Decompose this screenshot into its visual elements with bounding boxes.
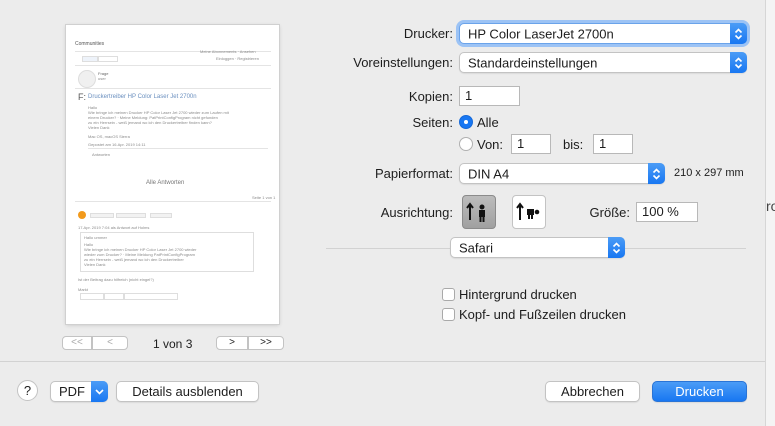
preview-post-title: Druckertreiber HP Color Laser Jet 2700n <box>88 94 197 100</box>
orientation-landscape-button[interactable] <box>512 195 546 229</box>
last-page-button[interactable]: >> <box>248 336 284 350</box>
presets-select[interactable]: Standardeinstellungen <box>459 52 747 73</box>
scale-label: Größe: <box>589 205 630 220</box>
copies-label: Kopien: <box>408 89 453 104</box>
pages-from-label: Von: <box>477 137 504 152</box>
preview-all-answers: Alle Antworten <box>146 180 185 186</box>
updown-chevron-icon <box>730 52 747 73</box>
first-page-button[interactable]: << <box>62 336 92 350</box>
pages-all-radio[interactable] <box>459 115 473 129</box>
next-page-button[interactable]: > <box>216 336 248 350</box>
app-section-select[interactable]: Safari <box>450 237 625 258</box>
hide-details-button[interactable]: Details ausblenden <box>116 381 259 402</box>
printer-select[interactable]: HP Color LaserJet 2700n <box>459 23 747 44</box>
pages-all-label: Alle <box>477 115 499 130</box>
page-indicator: 1 von 3 <box>153 337 193 351</box>
paper-size-select[interactable]: DIN A4 <box>459 163 665 184</box>
printer-label: Drucker: <box>403 26 453 41</box>
pages-label: Seiten: <box>412 115 453 130</box>
updown-chevron-icon <box>648 163 665 184</box>
print-button[interactable]: Drucken <box>652 381 747 402</box>
preview-site-name: Communities <box>75 41 105 47</box>
presets-value: Standardeinstellungen <box>468 55 598 70</box>
app-section-value: Safari <box>459 240 493 255</box>
background-window-text: ro <box>766 198 775 214</box>
pdf-menu-button[interactable]: PDF <box>50 381 108 402</box>
updown-chevron-icon <box>730 23 747 44</box>
headers-footers-label: Kopf- und Fußzeilen drucken <box>459 307 626 322</box>
pages-range-radio[interactable] <box>459 137 473 151</box>
help-button[interactable]: ? <box>17 380 38 401</box>
orientation-label: Ausrichtung: <box>380 205 453 220</box>
paper-label: Papierformat: <box>374 166 453 181</box>
orientation-portrait-button[interactable] <box>462 195 496 229</box>
headers-footers-checkbox[interactable] <box>442 308 455 321</box>
scale-field[interactable]: 100 % <box>636 202 698 222</box>
pages-to-field[interactable]: 1 <box>593 134 633 154</box>
updown-chevron-icon <box>608 237 625 258</box>
pages-to-label: bis: <box>563 137 584 152</box>
copies-field[interactable]: 1 <box>459 86 520 106</box>
previous-page-button[interactable]: < <box>92 336 128 350</box>
pdf-label: PDF <box>59 384 85 399</box>
page-preview: Communities Meine Abonnements · Ansehen … <box>66 25 279 324</box>
pages-from-field[interactable]: 1 <box>511 134 551 154</box>
print-backgrounds-label: Hintergrund drucken <box>459 287 577 302</box>
printer-value: HP Color LaserJet 2700n <box>468 26 614 41</box>
paper-dimensions: 210 x 297 mm <box>674 167 744 179</box>
paper-size-value: DIN A4 <box>468 166 510 181</box>
presets-label: Voreinstellungen: <box>353 55 453 70</box>
chevron-down-icon <box>91 381 108 402</box>
landscape-orientation-icon <box>516 202 540 220</box>
portrait-orientation-icon <box>466 202 485 222</box>
print-backgrounds-checkbox[interactable] <box>442 288 455 301</box>
cancel-button[interactable]: Abbrechen <box>545 381 640 402</box>
